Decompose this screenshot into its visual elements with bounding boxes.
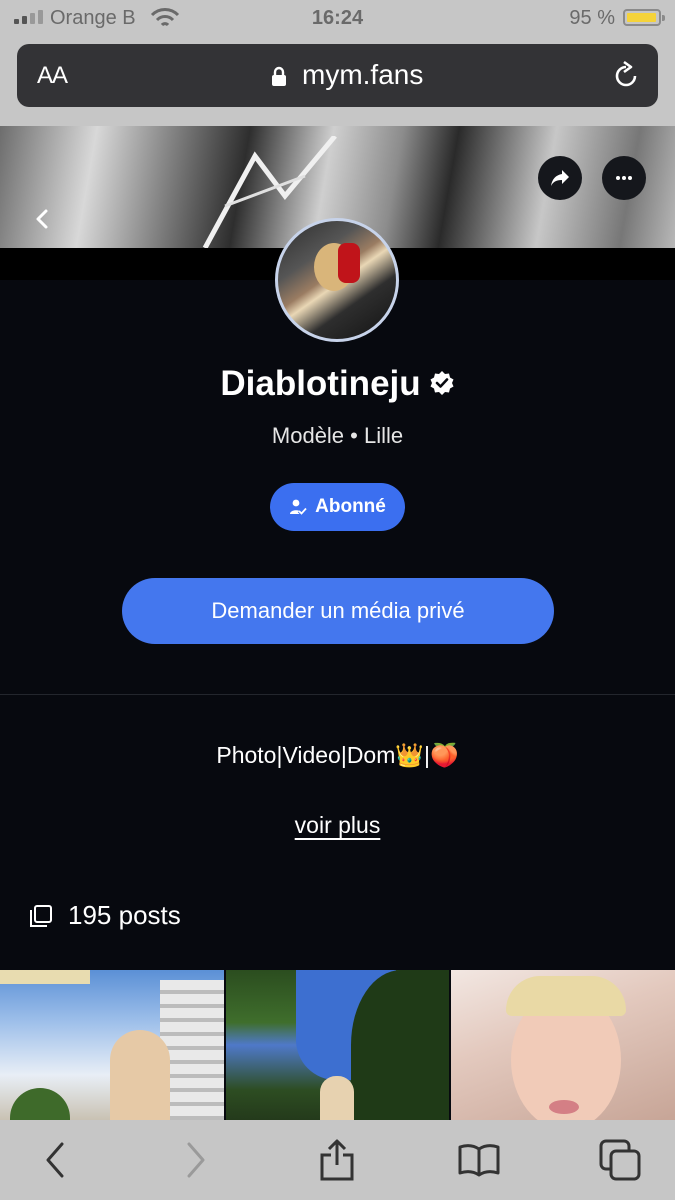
browser-back-button[interactable] (33, 1138, 77, 1182)
chevron-right-icon (187, 1142, 205, 1178)
browser-forward-button[interactable] (174, 1138, 218, 1182)
bookmarks-button[interactable] (457, 1138, 501, 1182)
post-thumbnail[interactable] (451, 970, 675, 1120)
tabs-icon (599, 1139, 641, 1181)
subscribed-label: Abonné (315, 496, 386, 517)
text-size-button[interactable]: AA (37, 62, 68, 90)
url-domain[interactable]: mym.fans (302, 59, 423, 91)
verified-icon (430, 370, 454, 395)
reload-icon[interactable] (610, 60, 642, 92)
battery-icon (623, 9, 665, 26)
section-divider (0, 694, 675, 695)
profile-bio: Photo|Video|Dom👑|🍑 (216, 742, 459, 768)
request-private-media-button[interactable]: Demander un média privé (122, 578, 554, 644)
back-icon[interactable] (32, 208, 54, 230)
posts-icon (30, 904, 52, 927)
tabs-button[interactable] (598, 1138, 642, 1182)
profile-name: Diablotineju (220, 364, 421, 403)
posts-count: 195 posts (68, 900, 181, 930)
profile-name-row: Diablotineju (0, 364, 675, 404)
battery-percent: 95 % (569, 7, 615, 29)
post-thumbnail[interactable] (225, 970, 450, 1120)
address-bar[interactable]: AA mym.fans (17, 44, 658, 107)
avatar[interactable] (275, 218, 399, 342)
browser-share-button[interactable] (315, 1138, 359, 1182)
more-options-button[interactable] (602, 156, 646, 200)
user-check-icon (290, 499, 308, 516)
browser-header: AA mym.fans (0, 38, 675, 126)
profile-subtitle: Modèle • Lille (271, 423, 404, 448)
lock-icon (272, 66, 286, 86)
share-icon (551, 170, 569, 186)
posts-grid (0, 970, 675, 1120)
share-upload-icon (320, 1139, 354, 1181)
bookmarks-icon (458, 1144, 500, 1177)
status-bar: Orange B 16:24 95 % (0, 0, 675, 38)
subscribed-button[interactable]: Abonné (270, 483, 405, 531)
see-more-link[interactable]: voir plus (0, 812, 675, 839)
more-icon (616, 176, 632, 180)
post-thumbnail[interactable] (0, 970, 224, 1120)
browser-toolbar (0, 1120, 675, 1200)
posts-count-row: 195 posts (30, 900, 181, 931)
chevron-left-icon (46, 1142, 64, 1178)
share-button[interactable] (538, 156, 582, 200)
